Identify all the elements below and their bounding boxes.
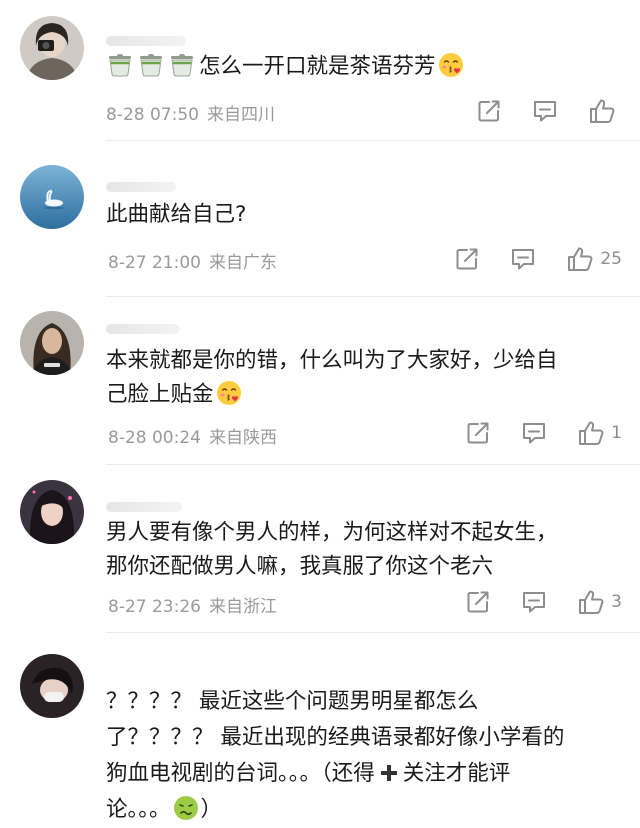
comment-date: 8-28 00:24 <box>108 428 201 448</box>
comment-text-line-3: 狗血电视剧的台词。。。（还得 关注才能评 <box>106 756 614 792</box>
like-button[interactable]: 1 <box>577 419 622 447</box>
comment-item-1: 怎么一开口就是茶语芬芳 8-28 07:50 来自四川 <box>0 0 640 150</box>
share-button[interactable] <box>454 246 480 272</box>
kissing-heart-emoji <box>216 380 242 406</box>
comment-icon <box>532 98 558 124</box>
comment-text-line: ？？？？ 最近这些个问题男明星都怎么 <box>106 689 479 714</box>
divider <box>106 140 640 141</box>
share-icon <box>476 98 502 124</box>
comment-icon <box>521 589 547 615</box>
comment-location: 来自陕西 <box>208 428 277 448</box>
comment-text-content: 怎么一开口就是茶语芬芳 <box>199 54 436 79</box>
like-count: 1 <box>611 423 622 443</box>
comment-text-content: ） <box>200 797 223 822</box>
divider <box>106 632 640 633</box>
comment-text-content: 关注才能评 <box>402 761 511 786</box>
comment-meta: 8-27 21:00 来自广东 <box>108 248 285 273</box>
comment-text-line-2: 那你还配做男人嘛，我真服了你这个老六 <box>106 554 494 579</box>
comment-meta: 8-28 07:50 来自四川 <box>106 100 283 125</box>
reply-button[interactable] <box>510 246 536 272</box>
comment-text-line: 男人要有像个男人的样，为何这样对不起女生， <box>106 520 558 545</box>
username-redacted <box>106 324 180 334</box>
username-redacted <box>106 502 182 512</box>
comment-location: 来自广东 <box>208 253 277 273</box>
like-button[interactable] <box>588 97 622 125</box>
comment-text: 男人要有像个男人的样，为何这样对不起女生， 那你还配做男人嘛，我真服了你这个老六 <box>106 516 614 584</box>
comment-text-line: 本来就都是你的错，什么叫为了大家好，少给自 <box>106 348 558 373</box>
comment-text-content: 此曲献给自己? <box>106 202 247 227</box>
avatar[interactable] <box>20 654 84 718</box>
avatar[interactable] <box>20 16 84 80</box>
comment-item-2: 此曲献给自己? 8-27 21:00 来自广东 25 <box>0 150 640 297</box>
comment-location: 来自四川 <box>206 105 275 125</box>
comment-text: 此曲献给自己? <box>106 198 614 232</box>
comment-actions <box>446 97 622 125</box>
comment-item-3: 本来就都是你的错，什么叫为了大家好，少给自 己脸上贴金 8-28 00:24 来自… <box>0 296 640 466</box>
username-redacted <box>106 182 176 192</box>
avatar[interactable] <box>20 480 84 544</box>
comment-actions: 25 <box>424 245 622 273</box>
reply-button[interactable] <box>521 420 547 446</box>
share-icon <box>465 420 491 446</box>
share-button[interactable] <box>465 420 491 446</box>
comment-text-content: 狗血电视剧的台词。。。（还得 <box>106 761 375 786</box>
share-button[interactable] <box>465 589 491 615</box>
nauseated-face-emoji <box>173 795 199 821</box>
comment-date: 8-28 07:50 <box>106 105 199 125</box>
comment-actions: 3 <box>435 588 622 616</box>
like-button[interactable]: 25 <box>566 245 622 273</box>
avatar[interactable] <box>20 165 84 229</box>
plus-icon <box>380 765 397 781</box>
thumbs-up-icon <box>588 97 616 125</box>
comment-text: 本来就都是你的错，什么叫为了大家好，少给自 己脸上贴金 <box>106 344 614 412</box>
comment-text-line-2: 了？？？？ 最近出现的经典语录都好像小学看的 <box>106 725 565 750</box>
tea-icon <box>106 52 134 78</box>
comment-text-line-4: 论。。。 ） <box>106 792 614 828</box>
comment-date: 8-27 23:26 <box>108 597 201 617</box>
comment-item-5: ？？？？ 最近这些个问题男明星都怎么 了？？？？ 最近出现的经典语录都好像小学看… <box>0 642 640 828</box>
thumbs-up-icon <box>566 245 594 273</box>
comment-text-line-2: 己脸上贴金 <box>106 378 614 412</box>
like-count: 25 <box>600 249 622 269</box>
like-button[interactable]: 3 <box>577 588 622 616</box>
share-icon <box>454 246 480 272</box>
comment-item-4: 男人要有像个男人的样，为何这样对不起女生， 那你还配做男人嘛，我真服了你这个老六… <box>0 466 640 642</box>
reply-button[interactable] <box>521 589 547 615</box>
comment-meta: 8-28 00:24 来自陕西 <box>108 423 285 448</box>
comment-date: 8-27 21:00 <box>108 253 201 273</box>
avatar[interactable] <box>20 311 84 375</box>
comment-text: 怎么一开口就是茶语芬芳 <box>106 50 614 84</box>
comment-icon <box>521 420 547 446</box>
thumbs-up-icon <box>577 588 605 616</box>
kissing-heart-emoji <box>438 52 464 78</box>
username-redacted <box>106 36 186 46</box>
comment-actions: 1 <box>435 419 622 447</box>
comment-text-content: 己脸上贴金 <box>106 382 214 407</box>
tea-icon <box>168 52 196 78</box>
comment-text: ？？？？ 最近这些个问题男明星都怎么 了？？？？ 最近出现的经典语录都好像小学看… <box>106 684 614 828</box>
comment-location: 来自浙江 <box>208 597 277 617</box>
share-button[interactable] <box>476 98 502 124</box>
comment-icon <box>510 246 536 272</box>
thumbs-up-icon <box>577 419 605 447</box>
comment-text-content: 论。。。 <box>106 797 171 822</box>
like-count: 3 <box>611 592 622 612</box>
divider <box>106 464 640 465</box>
tea-icon <box>137 52 165 78</box>
share-icon <box>465 589 491 615</box>
comment-meta: 8-27 23:26 来自浙江 <box>108 592 285 617</box>
reply-button[interactable] <box>532 98 558 124</box>
